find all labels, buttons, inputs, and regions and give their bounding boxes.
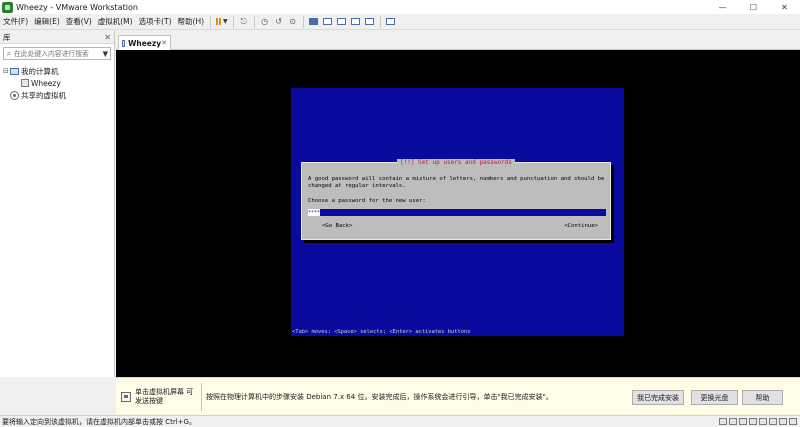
- help-button[interactable]: 帮助: [742, 390, 783, 405]
- tree-item-wheezy[interactable]: Wheezy: [3, 77, 111, 89]
- cd-rom-icon[interactable]: [729, 418, 737, 425]
- vm-console[interactable]: [!!] Set up users and passwords A good p…: [116, 50, 800, 377]
- menu-view[interactable]: 查看(V): [63, 16, 95, 27]
- library-close-icon[interactable]: ✕: [104, 33, 111, 42]
- library-tree: ⊟ 我的计算机 Wheezy 共享的虚拟机: [0, 63, 114, 103]
- hint-click-screen: 单击虚拟机屏幕 可发送按键: [135, 387, 194, 405]
- snapshot-manager-button[interactable]: ⊙: [286, 16, 300, 28]
- maximize-button[interactable]: ☐: [738, 0, 769, 14]
- console-tab-button[interactable]: [384, 16, 398, 28]
- menu-vm[interactable]: 虚拟机(M): [95, 16, 136, 27]
- toolbar-separator: [210, 15, 212, 28]
- fullscreen-button[interactable]: [349, 16, 363, 28]
- unity-button[interactable]: [363, 16, 377, 28]
- revert-snapshot-button[interactable]: ↺: [272, 16, 286, 28]
- change-disc-button[interactable]: 更换光盘: [691, 390, 738, 405]
- tree-item-label: Wheezy: [31, 78, 61, 88]
- thumbnail-bar-button[interactable]: [321, 16, 335, 28]
- installer-help-line: <Tab> moves; <Space> selects; <Enter> ac…: [292, 329, 471, 335]
- install-hint-bar: 单击虚拟机屏幕 可发送按键 按照在物理计算机中的步骤安装 Debian 7.x …: [116, 377, 800, 415]
- console-view-button[interactable]: [335, 16, 349, 28]
- message-icon[interactable]: [789, 418, 797, 425]
- display-icon[interactable]: [779, 418, 787, 425]
- password-input[interactable]: ****: [308, 209, 606, 216]
- library-search-input[interactable]: [14, 49, 100, 58]
- unity-icon: [365, 18, 375, 25]
- toolbar-separator: [232, 15, 234, 28]
- hint-divider: [201, 382, 202, 411]
- library-search[interactable]: ⌕ ▼: [3, 47, 111, 60]
- toolbar-separator: [302, 15, 304, 28]
- chevron-down-icon: ▼: [223, 18, 228, 25]
- keyboard-hint-icon: [121, 391, 131, 402]
- sound-icon[interactable]: [759, 418, 767, 425]
- close-window-button[interactable]: ✕: [769, 0, 800, 14]
- finished-install-button[interactable]: 我已完成安装: [632, 390, 684, 405]
- menu-tabs[interactable]: 选项卡(T): [136, 16, 175, 27]
- thumbnail-view-icon: [323, 18, 333, 25]
- search-icon: ⌕: [6, 48, 12, 58]
- show-library-button[interactable]: [307, 16, 321, 28]
- vmware-logo-icon: [2, 1, 13, 13]
- snapshot-manager-icon: ⊙: [289, 17, 296, 26]
- chevron-down-icon[interactable]: ▼: [103, 50, 108, 58]
- window-titlebar: Wheezy - VMware Workstation — ☐ ✕: [0, 0, 800, 14]
- vm-tab-icon: [122, 39, 126, 47]
- tab-wheezy[interactable]: Wheezy ✕: [118, 35, 171, 50]
- window-title: Wheezy - VMware Workstation: [16, 2, 138, 12]
- tab-strip: Wheezy ✕: [116, 31, 800, 50]
- library-header: 库 ✕: [0, 31, 114, 44]
- revert-icon: ↺: [275, 17, 282, 26]
- menu-help[interactable]: 帮助(H): [175, 16, 208, 27]
- network-icon[interactable]: [739, 418, 747, 425]
- window-controls: — ☐ ✕: [707, 0, 800, 14]
- go-back-button[interactable]: <Go Back>: [322, 223, 352, 229]
- menu-file[interactable]: 文件(F): [0, 16, 31, 27]
- computer-icon: [10, 67, 19, 75]
- status-bar: 要将输入定向到该虚拟机，请在虚拟机内部单击或按 Ctrl+G。: [0, 415, 800, 427]
- continue-button[interactable]: <Continue>: [564, 223, 598, 229]
- menu-bar: 文件(F) 编辑(E) 查看(V) 虚拟机(M) 选项卡(T) 帮助(H) ▼ …: [0, 14, 800, 30]
- tree-item-shared-vms[interactable]: 共享的虚拟机: [3, 89, 111, 101]
- library-title: 库: [3, 32, 11, 42]
- dialog-title: [!!] Set up users and passwords: [302, 159, 610, 166]
- console-view-icon: [337, 18, 347, 25]
- menu-edit[interactable]: 编辑(E): [31, 16, 63, 27]
- pause-icon: [216, 18, 219, 25]
- send-keys-icon: ⎋: [240, 16, 247, 26]
- pause-icon-bar: [219, 18, 222, 25]
- toolbar-separator: [379, 15, 381, 28]
- tab-close-icon[interactable]: ✕: [161, 39, 167, 47]
- tree-item-label: 共享的虚拟机: [21, 90, 66, 100]
- library-panel: 库 ✕ ⌕ ▼ ⊟ 我的计算机 Wheezy 共享的虚拟机: [0, 31, 115, 377]
- password-prompt: Choose a password for the new user:: [308, 198, 426, 204]
- pause-button[interactable]: ▼: [214, 18, 230, 25]
- status-text: 要将输入定向到该虚拟机，请在虚拟机内部单击或按 Ctrl+G。: [2, 417, 196, 426]
- usb-icon[interactable]: [749, 418, 757, 425]
- collapse-icon[interactable]: ⊟: [3, 67, 10, 75]
- library-view-icon: [309, 18, 319, 25]
- dialog-body: A good password will contain a mixture o…: [308, 176, 608, 189]
- shared-vm-icon: [10, 90, 19, 100]
- toolbar-separator: [253, 15, 255, 28]
- tree-item-label: 我的计算机: [21, 66, 59, 76]
- tree-item-my-computer[interactable]: ⊟ 我的计算机: [3, 65, 111, 77]
- device-icons: [719, 418, 797, 425]
- snapshot-button[interactable]: ◷: [258, 16, 272, 28]
- vm-icon: [21, 79, 29, 87]
- send-ctrl-alt-del-button[interactable]: ⎋: [237, 16, 251, 28]
- tab-label: Wheezy: [128, 38, 162, 48]
- snapshot-icon: ◷: [261, 17, 269, 26]
- password-value: ****: [307, 209, 321, 216]
- installer-dialog: [!!] Set up users and passwords A good p…: [301, 159, 611, 240]
- minimize-button[interactable]: —: [707, 0, 738, 14]
- printer-icon[interactable]: [769, 418, 777, 425]
- hint-message: 按照在物理计算机中的步骤安装 Debian 7.x 64 位。安装完成后，操作系…: [206, 392, 553, 401]
- console-tab-icon: [386, 18, 396, 25]
- fullscreen-icon: [351, 18, 361, 25]
- hard-disk-icon[interactable]: [719, 418, 727, 425]
